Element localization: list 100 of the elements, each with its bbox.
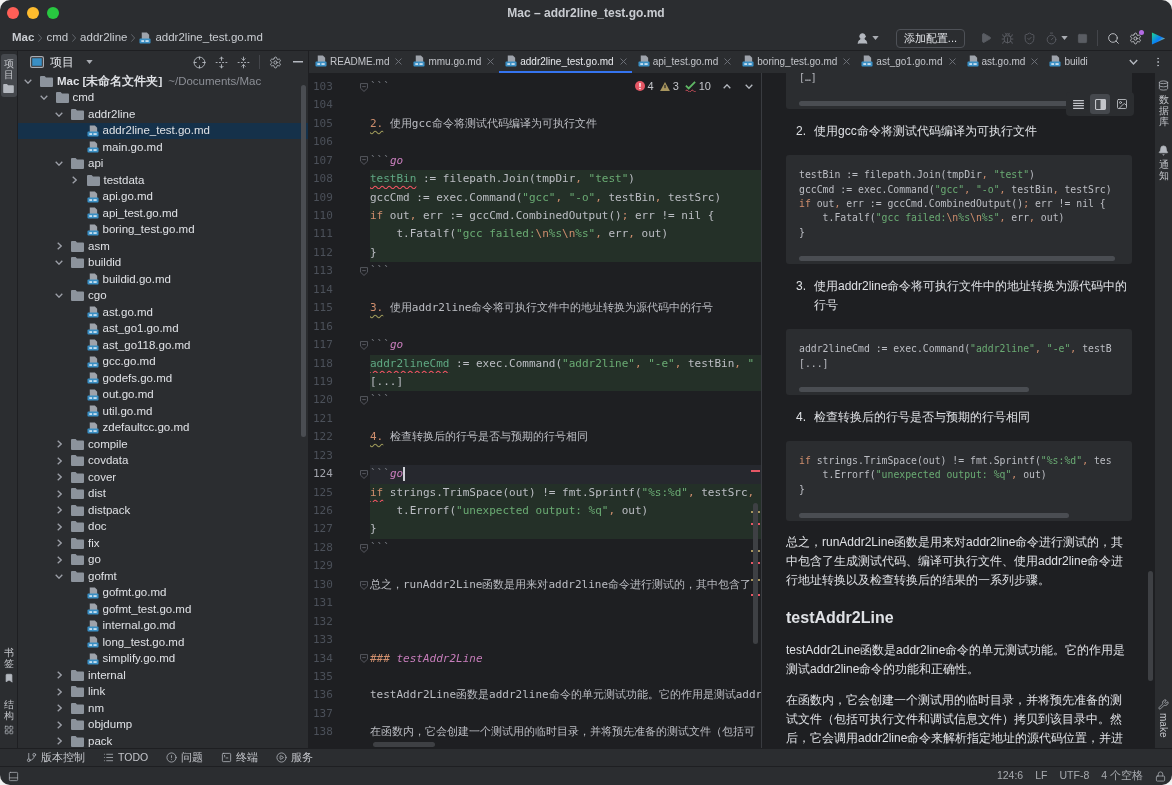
tree-item[interactable]: buildid.go.md [18, 271, 308, 288]
tool-window-button[interactable]: 服务 [276, 749, 314, 766]
editor-tab[interactable]: ast.go.md [960, 51, 1044, 73]
cursor-position[interactable]: 124:6 [996, 768, 1024, 784]
chevron-right-icon[interactable] [56, 242, 62, 251]
tool-window-button[interactable]: 通知 [1155, 141, 1172, 185]
chevron-right-icon[interactable] [56, 506, 62, 515]
tool-window-button[interactable]: 数据库 [1155, 76, 1172, 131]
tree-item[interactable]: Mac [未命名文件夹] ~/Documents/Mac [18, 73, 308, 90]
file-encoding[interactable]: UTF-8 [1059, 768, 1090, 784]
tree-item[interactable]: ast.go.md [18, 304, 308, 321]
tree-item[interactable]: gofmt_test.go.md [18, 601, 308, 618]
tool-window-button[interactable]: 书签 [0, 643, 17, 687]
tree-item[interactable]: doc [18, 518, 308, 535]
chevron-right-icon[interactable] [56, 456, 62, 465]
tree-item[interactable]: boring_test.go.md [18, 221, 308, 238]
close-icon[interactable] [487, 57, 495, 65]
close-icon[interactable] [619, 57, 627, 65]
tree-item[interactable]: gcc.go.md [18, 353, 308, 370]
close-window-button[interactable] [7, 7, 19, 19]
tree-item[interactable]: asm [18, 238, 308, 255]
tool-window-button[interactable]: make [1155, 694, 1172, 741]
scrollbar-thumb[interactable] [799, 387, 1030, 393]
tool-window-button[interactable]: 结构 [0, 695, 17, 739]
view-dropdown[interactable]: 项目 [50, 53, 93, 71]
close-icon[interactable] [948, 57, 956, 65]
tree-item[interactable]: api.go.md [18, 188, 308, 205]
editor-tab[interactable]: boring_test.go.md [736, 51, 856, 73]
tree-item[interactable]: addr2line [18, 106, 308, 123]
tree-item[interactable]: cmd [18, 89, 308, 106]
view-mode-button[interactable] [1090, 94, 1110, 114]
scrollbar-thumb[interactable] [373, 742, 435, 747]
chevron-down-icon[interactable] [24, 78, 32, 84]
editor-tab[interactable]: ast_go1.go.md [855, 51, 961, 73]
chevron-right-icon[interactable] [56, 489, 62, 498]
tree-item[interactable]: api [18, 155, 308, 172]
collapse-icon[interactable] [237, 55, 250, 69]
tree-item[interactable]: go [18, 551, 308, 568]
tree-item[interactable]: buildid [18, 254, 308, 271]
tree-item[interactable]: nm [18, 700, 308, 717]
chevron-right-icon[interactable] [56, 539, 62, 548]
close-icon[interactable] [843, 57, 851, 65]
tree-item[interactable]: fix [18, 535, 308, 552]
tree-item[interactable]: ast_go118.go.md [18, 337, 308, 354]
tool-window-button[interactable]: 项目 [0, 54, 17, 97]
scrollbar-thumb[interactable] [301, 85, 306, 437]
tree-item[interactable]: long_test.go.md [18, 634, 308, 651]
editor-tab[interactable]: README.md [309, 51, 408, 73]
chevron-right-icon[interactable] [72, 176, 77, 185]
crosshair-icon[interactable] [193, 55, 206, 69]
tree-item[interactable]: internal [18, 667, 308, 684]
tree-item[interactable]: cover [18, 469, 308, 486]
chevron-right-icon[interactable] [56, 737, 62, 746]
error-icon[interactable] [634, 81, 645, 92]
editor-tab[interactable]: mmu.go.md [407, 51, 500, 73]
chevron-down-icon[interactable] [55, 260, 63, 266]
tool-window-button[interactable]: 问题 [166, 749, 204, 766]
chevron-down-icon[interactable] [55, 293, 63, 299]
scrollbar-thumb[interactable] [753, 503, 758, 644]
tree-item[interactable]: zdefaultcc.go.md [18, 419, 308, 436]
tree-item[interactable]: godefs.go.md [18, 370, 308, 387]
chevron-right-icon[interactable] [56, 671, 62, 680]
tree-item[interactable]: cgo [18, 287, 308, 304]
check-icon[interactable] [684, 80, 696, 92]
tree-item[interactable]: out.go.md [18, 386, 308, 403]
scrollbar-thumb[interactable] [799, 513, 1069, 519]
warning-icon[interactable] [659, 81, 670, 91]
chevron-right-icon[interactable] [56, 522, 62, 531]
chevron-right-icon[interactable] [56, 555, 62, 564]
tree-item[interactable]: gofmt [18, 568, 308, 585]
tree-item[interactable]: testdata [18, 172, 308, 189]
scrollbar-thumb[interactable] [799, 256, 1115, 262]
editor-tab[interactable]: buildi [1043, 51, 1093, 73]
search-icon[interactable] [1107, 31, 1120, 45]
breadcrumb-item[interactable]: addr2line [80, 29, 128, 47]
tree-item[interactable]: main.go.md [18, 139, 308, 156]
logo-icon[interactable] [1151, 30, 1166, 46]
tree-item[interactable]: api_test.go.md [18, 205, 308, 222]
editor-tab[interactable]: api_test.go.md [631, 51, 737, 73]
breadcrumb-item[interactable]: cmd [46, 29, 69, 47]
close-icon[interactable] [1031, 57, 1039, 65]
lock-icon[interactable] [1155, 770, 1166, 782]
close-icon[interactable] [395, 57, 403, 65]
expand-icon[interactable] [215, 55, 228, 69]
tool-window-button[interactable]: TODO [103, 749, 149, 766]
user-icon[interactable] [855, 31, 869, 45]
tree-item[interactable]: compile [18, 436, 308, 453]
tool-window-button[interactable]: 版本控制 [26, 749, 85, 766]
run-configuration-button[interactable]: 添加配置... [895, 28, 965, 48]
tree-item[interactable]: addr2line_test.go.md [18, 122, 308, 139]
tree-item[interactable]: objdump [18, 716, 308, 733]
tree-item[interactable]: pack [18, 733, 308, 748]
tree-item[interactable]: ast_go1.go.md [18, 320, 308, 337]
tree-item[interactable]: link [18, 683, 308, 700]
tree-item[interactable]: internal.go.md [18, 617, 308, 634]
breadcrumb-item[interactable]: Mac [12, 29, 35, 47]
panel-icon[interactable] [8, 770, 19, 782]
scrollbar-thumb[interactable] [799, 101, 1069, 107]
tree-item[interactable]: simplify.go.md [18, 650, 308, 667]
minimize-window-button[interactable] [27, 7, 39, 19]
